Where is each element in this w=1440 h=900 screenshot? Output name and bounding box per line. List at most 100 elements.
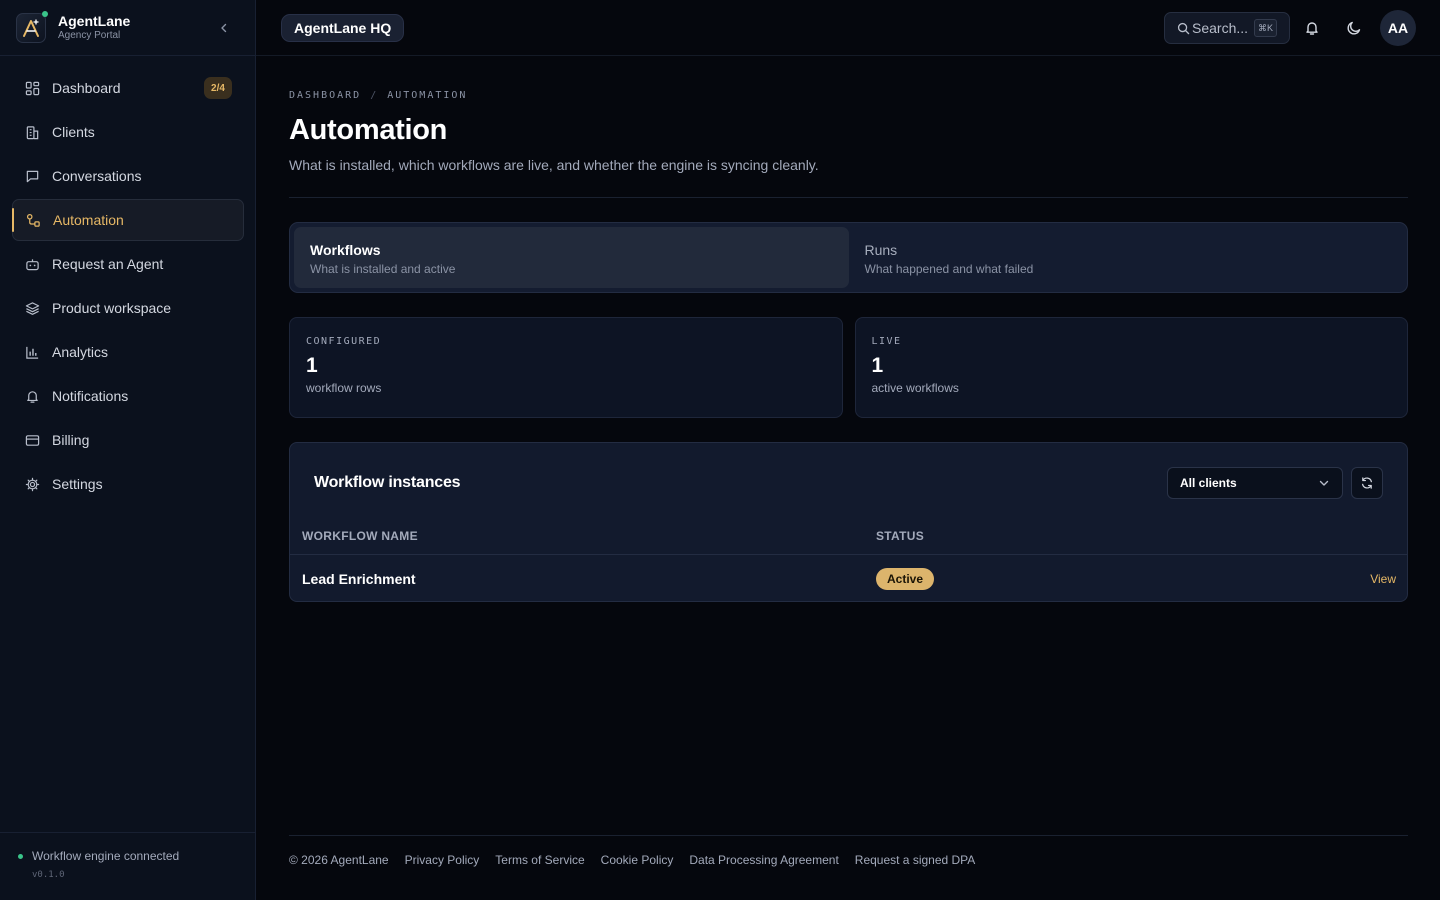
column-header-workflow-name: WORKFLOW NAME bbox=[302, 529, 418, 543]
sidebar-item-label: Analytics bbox=[52, 344, 109, 360]
notifications-button[interactable] bbox=[1298, 14, 1326, 42]
gear-icon bbox=[24, 476, 40, 492]
sidebar-item-conversations[interactable]: Conversations bbox=[12, 155, 244, 197]
status-badge: Active bbox=[876, 568, 935, 590]
sidebar-item-label: Product workspace bbox=[52, 300, 172, 316]
bell-icon bbox=[24, 388, 40, 404]
sidebar: AgentLane Agency Portal Dashboard 2/4 Cl… bbox=[0, 0, 256, 900]
sidebar-item-label: Billing bbox=[52, 432, 90, 448]
breadcrumb-dashboard[interactable]: DASHBOARD bbox=[289, 90, 361, 101]
tab-subtitle: What happened and what failed bbox=[864, 262, 1034, 276]
sidebar-footer: Workflow engine connected v0.1.0 bbox=[0, 832, 255, 900]
sidebar-item-label: Request an Agent bbox=[52, 256, 164, 272]
user-avatar[interactable]: AA bbox=[1380, 10, 1416, 46]
client-filter-value: All clients bbox=[1180, 476, 1237, 490]
footer-divider bbox=[289, 835, 1408, 836]
stat-card-live: LIVE 1 active workflows bbox=[854, 317, 1408, 418]
sidebar-item-label: Notifications bbox=[52, 388, 129, 404]
tab-workflows[interactable]: Workflows What is installed and active bbox=[294, 227, 849, 288]
brand: AgentLane Agency Portal bbox=[0, 0, 255, 56]
data-processing-agreement-link[interactable]: Data Processing Agreement bbox=[689, 853, 838, 867]
collapse-sidebar-button[interactable] bbox=[215, 19, 233, 37]
stat-card-configured: CONFIGURED 1 workflow rows bbox=[289, 317, 843, 418]
tab-subtitle: What is installed and active bbox=[310, 262, 456, 276]
copyright: © 2026 AgentLane bbox=[289, 853, 389, 867]
request-signed-dpa-link[interactable]: Request a signed DPA bbox=[855, 853, 976, 867]
workspace-switcher[interactable]: AgentLane HQ bbox=[281, 14, 405, 42]
onboarding-progress-badge: 2/4 bbox=[204, 77, 232, 99]
refresh-button[interactable] bbox=[1351, 467, 1383, 499]
automation-tabs: Workflows What is installed and active R… bbox=[289, 222, 1408, 293]
breadcrumb-separator: / bbox=[370, 90, 379, 101]
topbar: AgentLane HQ Search... ⌘K AA bbox=[256, 0, 1440, 56]
privacy-policy-link[interactable]: Privacy Policy bbox=[405, 853, 480, 867]
credit-card-icon bbox=[24, 432, 40, 448]
tab-title: Workflows bbox=[310, 242, 381, 258]
app-version: v0.1.0 bbox=[32, 870, 65, 880]
sidebar-item-billing[interactable]: Billing bbox=[12, 419, 244, 461]
sidebar-item-automation[interactable]: Automation bbox=[12, 199, 244, 241]
search-button[interactable]: Search... ⌘K bbox=[1164, 12, 1290, 44]
bar-chart-icon bbox=[24, 344, 40, 360]
theme-toggle-button[interactable] bbox=[1340, 14, 1368, 42]
client-filter-select[interactable]: All clients bbox=[1167, 467, 1343, 499]
sidebar-nav: Dashboard 2/4 Clients Conversations Auto… bbox=[12, 67, 244, 507]
workflow-icon bbox=[25, 212, 41, 228]
footer: © 2026 AgentLane Privacy Policy Terms of… bbox=[289, 853, 975, 867]
workflow-name: Lead Enrichment bbox=[302, 571, 416, 587]
divider bbox=[289, 197, 1408, 198]
column-header-status: STATUS bbox=[876, 529, 925, 543]
bell-icon bbox=[1306, 22, 1318, 35]
status-dot bbox=[18, 853, 23, 859]
sidebar-item-label: Settings bbox=[52, 476, 103, 492]
table-row[interactable]: Lead Enrichment Active View bbox=[290, 556, 1407, 601]
brand-name: AgentLane bbox=[58, 13, 131, 29]
sidebar-item-settings[interactable]: Settings bbox=[12, 463, 244, 505]
layers-icon bbox=[24, 300, 40, 316]
engine-status-text: Workflow engine connected bbox=[32, 849, 180, 863]
agentlane-logo-icon bbox=[23, 18, 39, 37]
breadcrumb: DASHBOARD / AUTOMATION bbox=[289, 90, 467, 101]
moon-icon bbox=[1347, 21, 1361, 35]
stat-value: 1 bbox=[306, 354, 318, 377]
search-shortcut: ⌘K bbox=[1253, 19, 1277, 37]
sidebar-item-clients[interactable]: Clients bbox=[12, 111, 244, 153]
sidebar-item-notifications[interactable]: Notifications bbox=[12, 375, 244, 417]
sidebar-item-label: Conversations bbox=[52, 168, 142, 184]
chat-icon bbox=[24, 168, 40, 184]
tab-title: Runs bbox=[864, 242, 898, 258]
dashboard-icon bbox=[24, 80, 40, 96]
stat-label: LIVE bbox=[871, 336, 902, 347]
stat-subtitle: workflow rows bbox=[306, 381, 382, 395]
chevron-left-icon bbox=[221, 23, 227, 33]
building-icon bbox=[24, 124, 40, 140]
stat-value: 1 bbox=[871, 354, 884, 377]
search-icon bbox=[1177, 22, 1190, 34]
sidebar-item-request-an-agent[interactable]: Request an Agent bbox=[12, 243, 244, 285]
sidebar-item-label: Clients bbox=[52, 124, 95, 140]
sidebar-item-label: Automation bbox=[53, 212, 124, 228]
terms-of-service-link[interactable]: Terms of Service bbox=[495, 853, 584, 867]
sidebar-item-dashboard[interactable]: Dashboard 2/4 bbox=[12, 67, 244, 109]
stat-subtitle: active workflows bbox=[871, 381, 959, 395]
page-description: What is installed, which workflows are l… bbox=[289, 157, 819, 173]
engine-status: Workflow engine connected bbox=[18, 849, 255, 863]
sidebar-item-analytics[interactable]: Analytics bbox=[12, 331, 244, 373]
stats-row: CONFIGURED 1 workflow rows LIVE 1 active… bbox=[289, 317, 1408, 418]
view-workflow-link[interactable]: View bbox=[1370, 572, 1396, 586]
sidebar-item-product-workspace[interactable]: Product workspace bbox=[12, 287, 244, 329]
tab-runs[interactable]: Runs What happened and what failed bbox=[849, 227, 1404, 288]
brand-subtitle: Agency Portal bbox=[58, 30, 121, 41]
brand-logo bbox=[16, 10, 48, 43]
bot-icon bbox=[24, 256, 40, 272]
stat-label: CONFIGURED bbox=[306, 336, 382, 347]
page-title: Automation bbox=[289, 114, 448, 146]
breadcrumb-automation: AUTOMATION bbox=[387, 90, 468, 101]
workflow-instances-panel: Workflow instances All clients WORKFLOW … bbox=[289, 442, 1408, 602]
search-placeholder: Search... bbox=[1192, 20, 1249, 36]
refresh-icon bbox=[1362, 477, 1372, 489]
sidebar-item-label: Dashboard bbox=[52, 80, 121, 96]
table-header: WORKFLOW NAME STATUS bbox=[290, 523, 1407, 555]
cookie-policy-link[interactable]: Cookie Policy bbox=[601, 853, 674, 867]
online-dot bbox=[42, 10, 48, 17]
